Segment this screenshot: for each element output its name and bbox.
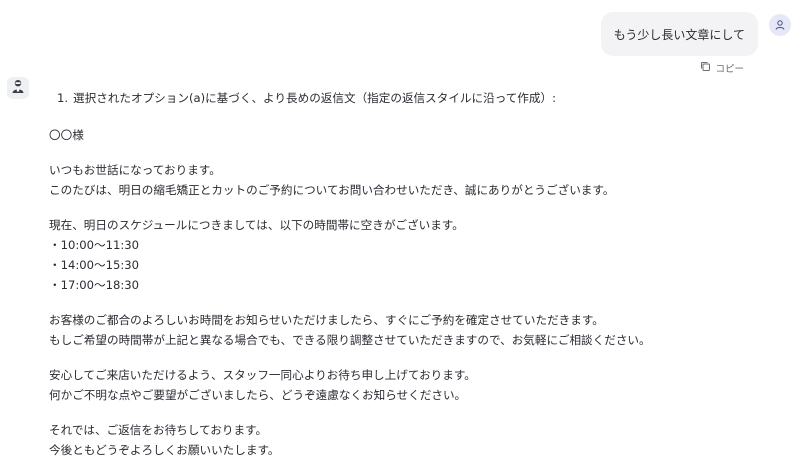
- time-slot: ・14:00〜15:30: [49, 258, 140, 272]
- paragraph-greeting: 〇〇様: [49, 125, 769, 145]
- list-item: 1. 選択されたオプション(a)に基づく、より長めの返信文（指定の返信スタイルに沿…: [49, 88, 769, 108]
- text-line: いつもお世話になっております。: [49, 163, 221, 177]
- chat-page: もう少し長い文章にして コピー 1. 選択されたオプション(a)に基づく、より長…: [0, 0, 800, 475]
- paragraph-thanks: いつもお世話になっております。 このたびは、明日の縮毛矯正とカットのご予約につい…: [49, 160, 769, 200]
- text-line: 今後ともどうぞよろしくお願いいたします。: [49, 443, 280, 457]
- assistant-avatar: [7, 77, 29, 99]
- assistant-message: 1. 選択されたオプション(a)に基づく、より長めの返信文（指定の返信スタイルに沿…: [49, 88, 769, 475]
- text-line: お客様のご都合のよろしいお時間をお知らせいただけましたら、すぐにご予約を確定させ…: [49, 313, 604, 327]
- text-line: 安心してご来店いただけるよう、スタッフ一同心よりお待ち申し上げております。: [49, 368, 476, 382]
- copy-label: コピー: [715, 64, 744, 75]
- copy-button[interactable]: コピー: [700, 61, 744, 75]
- text-line: 何かご不明な点やご要望がございましたら、どうぞ遠慮なくお知らせください。: [49, 388, 467, 402]
- text-line: 現在、明日のスケジュールにつきましては、以下の時間帯に空きがございます。: [49, 218, 464, 232]
- text-line: 〇〇様: [49, 128, 84, 142]
- list-number: 1.: [57, 91, 69, 105]
- paragraph-booking: お客様のご都合のよろしいお時間をお知らせいただけましたら、すぐにご予約を確定させ…: [49, 310, 769, 350]
- text-line: それでは、ご返信をお待ちしております。: [49, 423, 268, 437]
- paragraph-schedule: 現在、明日のスケジュールにつきましては、以下の時間帯に空きがございます。 ・10…: [49, 215, 769, 295]
- user-avatar[interactable]: [769, 14, 791, 36]
- time-slot: ・10:00〜11:30: [49, 238, 140, 252]
- text-line: このたびは、明日の縮毛矯正とカットのご予約についてお問い合わせいただき、誠にあり…: [49, 183, 615, 197]
- copy-icon: [700, 61, 711, 75]
- time-slot: ・17:00〜18:30: [49, 278, 140, 292]
- text-line: もしご希望の時間帯が上記と異なる場合でも、できる限り調整させていただきますので、…: [49, 333, 651, 347]
- list-item-text: 選択されたオプション(a)に基づく、より長めの返信文（指定の返信スタイルに沿って…: [73, 91, 556, 105]
- user-message-text: もう少し長い文章にして: [613, 27, 745, 42]
- paragraph-welcome: 安心してご来店いただけるよう、スタッフ一同心よりお待ち申し上げております。 何か…: [49, 365, 769, 405]
- user-icon: [774, 16, 786, 35]
- assistant-avatar-icon: [10, 78, 26, 98]
- paragraph-closing: それでは、ご返信をお待ちしております。 今後ともどうぞよろしくお願いいたします。: [49, 420, 769, 460]
- user-message-bubble: もう少し長い文章にして: [600, 12, 758, 56]
